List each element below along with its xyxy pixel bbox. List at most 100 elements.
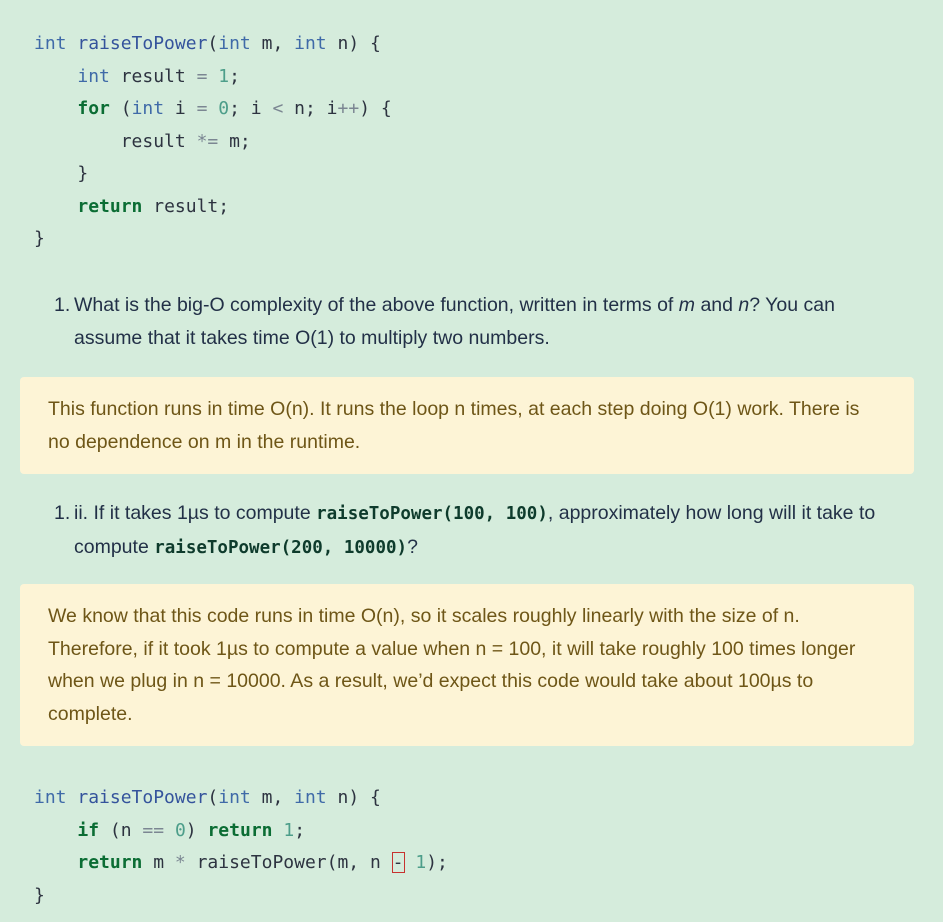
code-line: if (n == 0) return 1;: [34, 815, 448, 848]
code-token: ++: [337, 98, 360, 119]
question-text: and: [695, 294, 739, 316]
answer-2-line-2: Therefore, if it took 1µs to compute a v…: [48, 637, 856, 660]
code-token: raiseToPower(m, n: [185, 852, 392, 873]
code-line: int raiseToPower(int m, int n) {: [34, 28, 392, 61]
code-line: }: [34, 880, 448, 913]
code-line: }: [34, 158, 392, 191]
question-text: ii. If it takes 1µs to compute: [74, 502, 317, 524]
code-token: 1: [218, 65, 230, 87]
code-token: m,: [250, 787, 295, 808]
code-error-highlight: -: [391, 852, 405, 873]
inline-code: raiseToPower(100, 100): [316, 504, 548, 524]
inline-code: raiseToPower(200, 10000): [154, 537, 408, 558]
code-token: );: [426, 852, 448, 873]
answer-2-line-4: complete.: [48, 702, 133, 725]
code-token: int: [131, 98, 165, 119]
code-token: ==: [142, 819, 165, 841]
code-token: n; i: [283, 98, 338, 119]
code-token: ) {: [359, 98, 392, 119]
code-token: for: [77, 98, 110, 119]
question-number: 1.: [54, 294, 71, 316]
code-token: }: [34, 163, 89, 184]
code-token: 1: [415, 852, 427, 873]
code-token: int: [294, 787, 327, 808]
code-line: int raiseToPower(int m, int n) {: [34, 782, 448, 815]
code-token: =: [196, 65, 208, 87]
code-token: }: [34, 228, 45, 249]
code-token: (n: [99, 819, 143, 841]
answer-2-line-1: We know that this code runs in time O(n)…: [48, 605, 800, 627]
code-line: for (int i = 0; i < n; i++) {: [34, 93, 392, 126]
code-token: int: [294, 33, 327, 54]
question-text: , approximately how long will it take to: [547, 502, 876, 524]
code-token: *: [174, 852, 186, 873]
code-line: result *= m;: [34, 126, 392, 159]
code-token: 1: [283, 819, 295, 841]
code-line: }: [34, 223, 392, 256]
code-token: int: [218, 787, 251, 808]
code-token: (: [207, 787, 219, 808]
code-token: result: [109, 65, 197, 87]
answer-1-line-1: This function runs in time O(n). It runs…: [48, 398, 860, 420]
code-token: n) {: [326, 33, 381, 54]
code-token: (: [109, 98, 132, 119]
code-line: return m * raiseToPower(m, n - 1);: [34, 847, 448, 880]
code-token: m,: [250, 33, 295, 54]
code-token: if: [77, 819, 100, 841]
code-line: int result = 1;: [34, 61, 392, 94]
code-token: 0: [174, 819, 186, 841]
code-token: raiseToPower: [77, 33, 208, 54]
code-token: int: [34, 787, 67, 808]
code-token: n) {: [326, 787, 381, 808]
question-text: n: [738, 294, 750, 316]
question-2: 1. ii. If it takes 1µs to compute raiseTo…: [54, 497, 914, 564]
answer-box-1: This function runs in time O(n). It runs…: [20, 377, 914, 474]
code-token: raiseToPower: [77, 787, 208, 808]
code-token: ; i: [229, 98, 273, 119]
question-2-line-2: compute raiseToPower(200, 10000)?: [54, 531, 914, 565]
question-text: ? You can: [749, 294, 835, 316]
code-token: =: [196, 98, 208, 119]
code-token: m;: [218, 130, 251, 152]
code-token: return: [207, 819, 273, 841]
code-token: result: [34, 130, 197, 152]
code-block-recursive: int raiseToPower(int m, int n) { if (n =…: [34, 782, 448, 912]
code-token: return: [77, 195, 143, 217]
code-token: m: [142, 852, 175, 873]
code-line: return result;: [34, 191, 392, 224]
code-token: return: [77, 852, 143, 873]
code-token: (: [207, 33, 219, 54]
question-text: compute: [74, 535, 155, 558]
question-text: What is the big-O complexity of the abov…: [74, 294, 679, 316]
code-token: int: [218, 33, 251, 54]
code-token: <: [272, 98, 284, 119]
code-token: int: [34, 33, 67, 54]
code-token: *=: [196, 130, 219, 152]
code-token: }: [34, 884, 45, 906]
code-token: ;: [294, 819, 306, 841]
answer-box-2: We know that this code runs in time O(n)…: [20, 584, 914, 746]
question-number: 1.: [54, 502, 71, 524]
answer-2-line-3: when we plug in n = 10000. As a result, …: [48, 670, 814, 692]
question-1: 1. What is the big-O complexity of the ab…: [54, 289, 914, 354]
code-token: ;: [229, 65, 240, 87]
code-block-iterative: int raiseToPower(int m, int n) { int res…: [34, 28, 392, 256]
question-2-line-1: ii. If it takes 1µs to compute raiseToPo…: [74, 502, 875, 524]
code-token: int: [77, 65, 110, 87]
question-1-line-2: assume that it takes time O(1) to multip…: [74, 326, 550, 349]
code-token: i: [164, 98, 197, 119]
code-token: 0: [218, 98, 230, 119]
code-token: ): [185, 819, 208, 841]
question-1-line-1: What is the big-O complexity of the abov…: [74, 294, 835, 316]
